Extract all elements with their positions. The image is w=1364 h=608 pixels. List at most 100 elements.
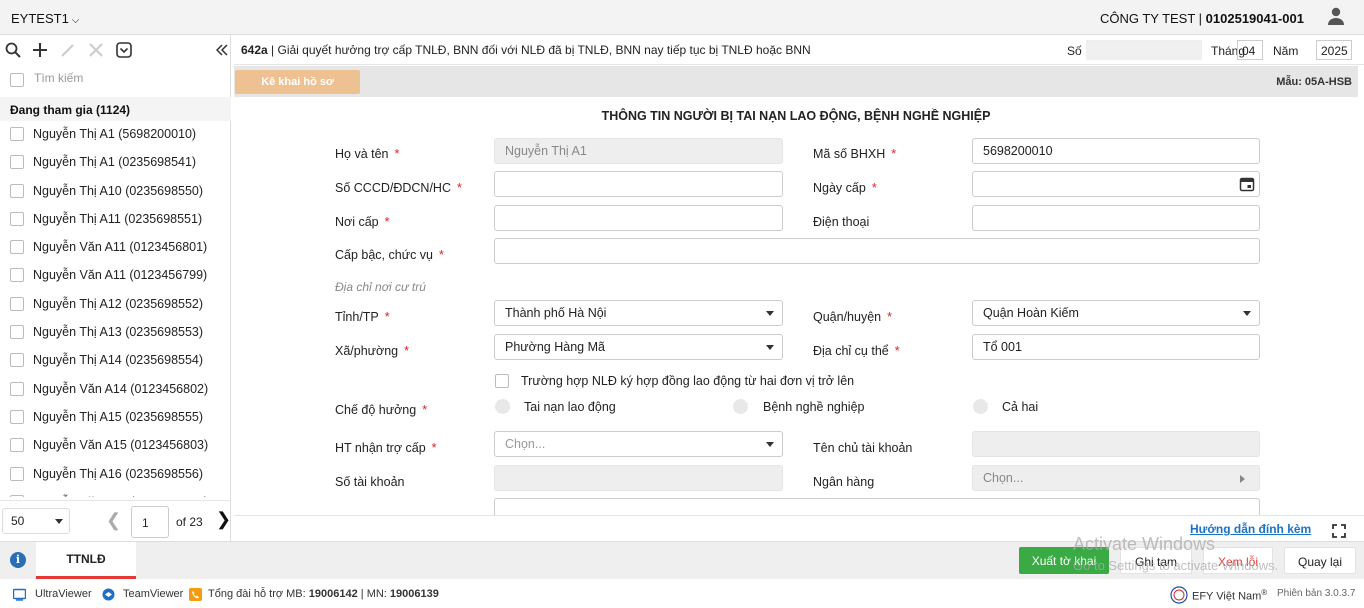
dia-chi-field[interactable]: Tổ 001: [972, 334, 1260, 360]
ultraviewer-link[interactable]: UltraViewer: [35, 588, 92, 600]
prev-page-icon[interactable]: ❮: [106, 511, 121, 529]
collapse-sidebar-icon[interactable]: [212, 40, 232, 60]
list-item-checkbox[interactable]: [10, 409, 24, 424]
ht-nhan-select[interactable]: Chọn...: [494, 431, 783, 457]
radio-tai-nan[interactable]: [495, 399, 510, 414]
list-item-label: Nguyễn Thị A10 (0235698550): [33, 183, 204, 198]
list-item[interactable]: Nguyễn Văn A11 (0123456801): [0, 234, 231, 262]
so-tk-field: [494, 465, 783, 491]
teamviewer-link[interactable]: TeamViewer: [123, 588, 183, 600]
next-row-field[interactable]: [494, 498, 1260, 515]
list-item-checkbox[interactable]: [10, 325, 24, 340]
sidebar-search: Tìm kiếm: [0, 67, 231, 93]
info-icon[interactable]: i: [10, 552, 26, 568]
list-item[interactable]: Nguyễn Thị A1 (0235698541): [0, 149, 231, 177]
list-item-label: Nguyễn Văn A16 (0123456804): [33, 495, 208, 497]
list-item-label: Nguyễn Thị A1 (5698200010): [33, 127, 197, 141]
cap-bac-field[interactable]: [494, 238, 1260, 264]
list-item-label: Nguyễn Văn A11 (0123456801): [33, 240, 208, 255]
list-item-label: Nguyễn Văn A11 (0123456799): [33, 268, 208, 283]
declare-button[interactable]: Kê khai hồ sơ: [235, 70, 360, 94]
form-body: THÔNG TIN NGƯỜI BỊ TAI NẠN LAO ĐỘNG, BỆN…: [234, 97, 1358, 515]
company-info: CÔNG TY TEST | 0102519041-001: [1099, 11, 1304, 26]
page-number-input[interactable]: 1: [131, 506, 169, 538]
tab-ttnld[interactable]: TTNLĐ: [36, 542, 136, 579]
ma-bhxh-text: Mã số BHXH: [813, 147, 886, 161]
expand-icon[interactable]: [1332, 524, 1346, 538]
cap-bac-text: Cấp bậc, chức vụ: [335, 248, 433, 262]
list-item[interactable]: Nguyễn Thị A10 (0235698550): [0, 178, 231, 206]
select-all-checkbox[interactable]: [10, 73, 24, 87]
radio-benh-nghe[interactable]: [733, 399, 748, 414]
list-item-checkbox[interactable]: [10, 268, 24, 283]
list-item[interactable]: Nguyễn Văn A16 (0123456804): [0, 489, 231, 497]
form-header: 642a | Giải quyết hưởng trợ cấp TNLĐ, BN…: [234, 35, 1364, 65]
select-dropdown-icon[interactable]: [114, 40, 134, 60]
multi-contract-checkbox[interactable]: [495, 374, 509, 388]
list-item-label: Nguyễn Thị A14 (0235698554): [33, 353, 204, 368]
quan-text: Quận/huyện: [813, 310, 882, 324]
search-icon[interactable]: [3, 40, 23, 60]
list-item-checkbox[interactable]: [10, 438, 24, 453]
list-item[interactable]: Nguyễn Văn A14 (0123456802): [0, 376, 231, 404]
list-item[interactable]: Nguyễn Thị A13 (0235698553): [0, 319, 231, 347]
list-item-checkbox[interactable]: [10, 240, 24, 255]
search-input[interactable]: Tìm kiếm: [34, 71, 83, 85]
list-item-checkbox[interactable]: [10, 127, 24, 141]
radio-ca-hai[interactable]: [973, 399, 988, 414]
list-item[interactable]: Nguyễn Thị A12 (0235698552): [0, 291, 231, 319]
tinh-label: Tỉnh/TP *: [335, 310, 390, 324]
caret-down-icon: [766, 311, 774, 316]
delete-icon[interactable]: [86, 40, 106, 60]
list-item-label: Nguyễn Thị A16 (0235698556): [33, 466, 204, 481]
app-switcher[interactable]: EYTEST1 ⌵: [11, 11, 79, 26]
che-do-label: Chế độ hưởng *: [335, 403, 427, 417]
noi-cap-field[interactable]: [494, 205, 783, 231]
noi-cap-label: Nơi cấp *: [335, 215, 390, 229]
list-item[interactable]: Nguyễn Thị A16 (0235698556): [0, 461, 231, 489]
ho-ten-field[interactable]: Nguyễn Thị A1: [494, 138, 783, 164]
list-item-checkbox[interactable]: [10, 155, 24, 170]
brand-text: EFY Việt Nam: [1192, 590, 1262, 603]
tinh-select[interactable]: Thành phố Hà Nội: [494, 300, 783, 326]
next-page-icon[interactable]: ❯: [216, 510, 231, 528]
list-item[interactable]: Nguyễn Thị A14 (0235698554): [0, 347, 231, 375]
list-item-checkbox[interactable]: [10, 494, 24, 497]
quan-select[interactable]: Quận Hoàn Kiếm: [972, 300, 1260, 326]
thang-input[interactable]: 04: [1237, 40, 1263, 60]
list-item-checkbox[interactable]: [10, 183, 24, 198]
radio-benh-nghe-label: Bệnh nghề nghiệp: [763, 400, 865, 414]
ngay-cap-field[interactable]: [972, 171, 1260, 197]
xa-select[interactable]: Phường Hàng Mã: [494, 334, 783, 360]
list-item[interactable]: Nguyễn Thị A15 (0235698555): [0, 404, 231, 432]
list-item[interactable]: Nguyễn Thị A1 (5698200010): [0, 121, 231, 149]
calendar-icon[interactable]: [1239, 176, 1255, 192]
dien-thoai-field[interactable]: [972, 205, 1260, 231]
page-size-select[interactable]: 50: [2, 508, 70, 534]
ht-nhan-text: HT nhận trợ cấp: [335, 441, 426, 455]
pagination: 50 ❮ 1 of 23 ❯: [0, 500, 231, 540]
nam-input[interactable]: 2025: [1316, 40, 1352, 60]
list-item-checkbox[interactable]: [10, 296, 24, 311]
caret-right-icon: [1240, 475, 1245, 483]
list-item-checkbox[interactable]: [10, 466, 24, 481]
ma-bhxh-field[interactable]: 5698200010: [972, 138, 1260, 164]
list-item[interactable]: Nguyễn Văn A15 (0123456803): [0, 432, 231, 460]
list-item[interactable]: Nguyễn Thị A11 (0235698551): [0, 206, 231, 234]
quan-value: Quận Hoàn Kiếm: [983, 306, 1079, 320]
list-item-checkbox[interactable]: [10, 211, 24, 226]
user-icon[interactable]: [1326, 6, 1346, 26]
xa-label: Xã/phường *: [335, 344, 409, 358]
multi-contract-label: Trường hợp NLĐ ký hợp đồng lao động từ h…: [521, 374, 855, 388]
list-item[interactable]: Nguyễn Văn A11 (0123456799): [0, 262, 231, 290]
ten-chu-tk-field: [972, 431, 1260, 457]
add-icon[interactable]: [30, 40, 50, 60]
xa-text: Xã/phường: [335, 344, 399, 358]
edit-icon[interactable]: [58, 40, 78, 60]
page-of-label: of 23: [176, 515, 203, 529]
list-item-checkbox[interactable]: [10, 353, 24, 368]
list-item-label: Nguyễn Thị A11 (0235698551): [33, 211, 203, 226]
back-button[interactable]: Quay lại: [1284, 547, 1356, 574]
list-item-checkbox[interactable]: [10, 381, 24, 396]
cccd-field[interactable]: [494, 171, 783, 197]
